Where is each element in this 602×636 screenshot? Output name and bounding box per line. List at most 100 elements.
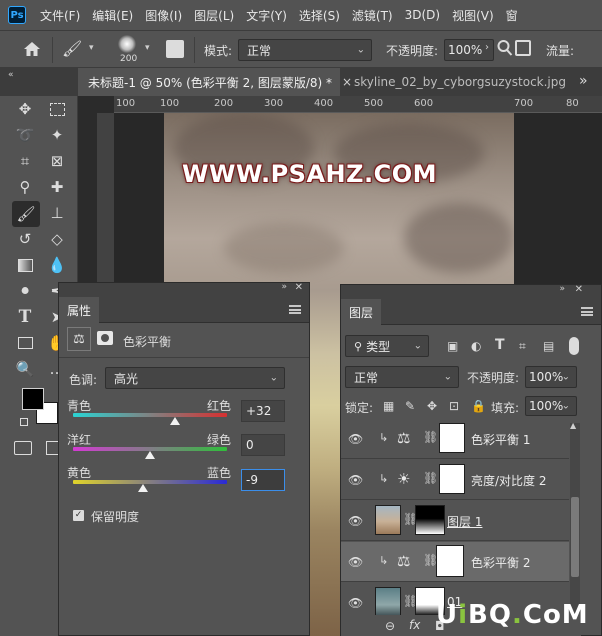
tab-properties[interactable]: 属性 — [59, 297, 100, 323]
link-icon[interactable]: ⛓ — [423, 471, 438, 485]
type-filter-icon[interactable]: T — [495, 337, 505, 353]
mask-icon[interactable] — [97, 331, 113, 345]
quick-mask-icon[interactable] — [14, 441, 32, 455]
visibility-eye-icon[interactable]: 👁 — [348, 432, 363, 446]
smart-object-filter-icon[interactable]: ▤ — [543, 339, 554, 353]
tab-document-2[interactable]: skyline_02_by_cyborgsuzystock.jpg — [344, 68, 566, 96]
type-tool-icon[interactable]: T — [14, 306, 36, 328]
brush-tool-icon[interactable]: 🖌 — [12, 201, 40, 227]
panel-menu-icon[interactable] — [581, 307, 593, 316]
pressure-icon[interactable] — [515, 40, 531, 56]
layer-row[interactable]: 👁 ⛓ 图层 1 — [341, 501, 569, 541]
collapse-icon[interactable]: « — [8, 70, 14, 80]
blur-tool-icon[interactable]: 💧 — [46, 254, 68, 276]
preserve-luminosity-checkbox[interactable]: ✓ — [73, 510, 84, 521]
lock-paint-icon[interactable]: ✎ — [405, 399, 415, 413]
eraser-icon[interactable]: ◇ — [46, 228, 68, 250]
tab-document-1[interactable]: 未标题-1 @ 50% (色彩平衡 2, 图层蒙版/8) * × — [78, 68, 352, 96]
tab-overflow-icon[interactable]: » — [579, 73, 588, 89]
brush-preset-icon[interactable] — [118, 35, 136, 53]
close-icon[interactable]: ✕ — [295, 282, 303, 293]
collapse-icon[interactable]: » — [281, 282, 287, 292]
mode-dropdown[interactable]: 正常 ⌄ — [238, 39, 372, 61]
home-icon[interactable] — [22, 40, 42, 58]
lock-position-icon[interactable]: ✥ — [427, 399, 437, 413]
link-icon[interactable]: ⛓ — [423, 430, 438, 444]
default-colors-icon[interactable] — [20, 418, 28, 426]
collapse-icon[interactable]: » — [559, 284, 565, 294]
magic-wand-icon[interactable]: ✦ — [46, 124, 68, 146]
menu-3d[interactable]: 3D(D) — [405, 8, 440, 22]
menu-image[interactable]: 图像(I) — [145, 7, 182, 24]
lock-all-icon[interactable]: 🔒 — [471, 399, 486, 413]
layer-mask-thumbnail[interactable] — [436, 545, 464, 577]
link-icon[interactable]: ⛓ — [423, 553, 438, 567]
scroll-up-icon[interactable]: ▲ — [570, 421, 576, 430]
chevron-down-icon[interactable]: ▾ — [89, 43, 94, 53]
filter-toggle[interactable] — [569, 337, 579, 355]
scrollbar-thumb[interactable] — [571, 497, 579, 577]
layer-row[interactable]: 👁 ↳ ☀ ⛓ 亮度/对比度 2 — [341, 460, 569, 500]
tab-layers[interactable]: 图层 — [341, 299, 382, 325]
close-icon[interactable]: ✕ — [575, 284, 583, 295]
pixel-filter-icon[interactable]: ▣ — [447, 339, 458, 353]
cyan-red-slider-thumb[interactable] — [169, 417, 180, 425]
layer-mask-thumbnail[interactable] — [439, 464, 465, 494]
chevron-down-icon[interactable]: ▾ — [145, 43, 150, 53]
visibility-eye-icon[interactable]: 👁 — [348, 555, 363, 569]
shape-filter-icon[interactable]: ⌗ — [519, 339, 526, 354]
gradient-tool-icon[interactable] — [14, 254, 36, 276]
frame-tool-icon[interactable]: ⊠ — [46, 150, 68, 172]
layers-scrollbar[interactable] — [570, 423, 580, 613]
menu-layer[interactable]: 图层(L) — [194, 7, 234, 24]
magenta-green-value-input[interactable]: 0 — [241, 434, 285, 456]
menu-type[interactable]: 文字(Y) — [246, 7, 287, 24]
layer-mask-thumbnail[interactable] — [415, 505, 445, 535]
layer-opacity-input[interactable]: 100% ⌄ — [525, 366, 577, 388]
lock-artboard-icon[interactable]: ⊡ — [449, 399, 459, 413]
menu-edit[interactable]: 编辑(E) — [92, 7, 133, 24]
marquee-tool-icon[interactable] — [46, 98, 68, 120]
panel-menu-icon[interactable] — [289, 305, 301, 314]
lasso-tool-icon[interactable]: ➰ — [14, 124, 36, 146]
dodge-tool-icon[interactable]: ⚫ — [14, 280, 36, 302]
layer-row[interactable]: 👁 ↳ ⚖ ⛓ 色彩平衡 2 — [341, 542, 569, 582]
rectangle-tool-icon[interactable] — [14, 332, 36, 354]
yellow-blue-slider-thumb[interactable] — [138, 484, 149, 492]
brush-settings-icon[interactable] — [166, 40, 184, 58]
layer-row[interactable]: 👁 ↳ ⚖ ⛓ 色彩平衡 1 — [341, 419, 569, 459]
menu-view[interactable]: 视图(V) — [452, 7, 494, 24]
menu-select[interactable]: 选择(S) — [299, 7, 340, 24]
fx-icon[interactable]: fx — [409, 618, 420, 632]
yellow-blue-value-input[interactable]: -9 — [241, 469, 285, 491]
chevron-right-icon[interactable]: › — [485, 42, 489, 53]
magenta-green-slider-thumb[interactable] — [145, 451, 155, 459]
foreground-color-swatch[interactable] — [22, 388, 44, 410]
lock-pixels-icon[interactable]: ▦ — [383, 399, 394, 413]
layer-mask-thumbnail[interactable] — [439, 423, 465, 453]
healing-brush-icon[interactable]: ✚ — [46, 176, 68, 198]
link-layers-icon[interactable]: ⊖ — [385, 619, 395, 633]
menu-window[interactable]: 窗 — [506, 7, 518, 24]
eyedropper-icon[interactable]: ⚲ — [14, 176, 36, 198]
yellow-blue-slider-track[interactable] — [73, 480, 227, 484]
history-brush-icon[interactable]: ↺ — [14, 228, 36, 250]
tone-dropdown[interactable]: 高光 ⌄ — [105, 367, 285, 389]
search-icon[interactable] — [497, 39, 513, 60]
visibility-eye-icon[interactable]: 👁 — [348, 514, 363, 528]
zoom-tool-icon[interactable]: 🔍 — [14, 358, 36, 380]
stamp-tool-icon[interactable]: ⊥ — [46, 202, 68, 224]
menu-filter[interactable]: 滤镜(T) — [352, 7, 393, 24]
cyan-red-slider-track[interactable] — [73, 413, 227, 417]
visibility-eye-icon[interactable]: 👁 — [348, 596, 363, 610]
layer-filter-dropdown[interactable]: ⚲ 类型 ⌄ — [345, 335, 429, 357]
layer-thumbnail[interactable] — [375, 505, 401, 535]
brush-tool-icon[interactable]: 🖌 — [62, 39, 82, 58]
adjustment-filter-icon[interactable]: ◐ — [471, 339, 481, 353]
visibility-eye-icon[interactable]: 👁 — [348, 473, 363, 487]
menu-file[interactable]: 文件(F) — [40, 7, 80, 24]
crop-tool-icon[interactable]: ⌗ — [14, 150, 36, 172]
move-tool-icon[interactable]: ✥ — [14, 98, 36, 120]
cyan-red-value-input[interactable]: +32 — [241, 400, 285, 422]
blend-mode-dropdown[interactable]: 正常 ⌄ — [345, 366, 459, 388]
